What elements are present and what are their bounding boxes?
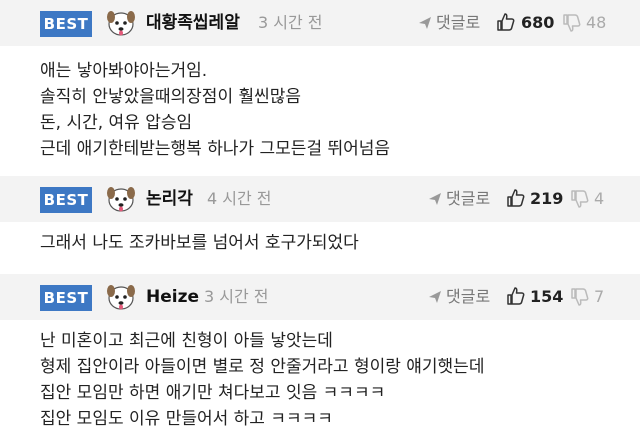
- avatar-icon[interactable]: [104, 182, 138, 216]
- thumbs-down-icon[interactable]: [562, 13, 582, 33]
- reply-button[interactable]: 댓글로: [446, 187, 490, 211]
- comment-body: 그래서 나도 조카바보를 넘어서 호구가되었다: [40, 230, 359, 256]
- thumbs-up-icon[interactable]: [496, 12, 516, 32]
- comment-line: 난 미혼이고 최근에 친형이 아들 낳앗는데: [40, 331, 333, 351]
- comment-header: BEST 논리각 4 시간 전 댓글로 219 4: [0, 176, 640, 222]
- comment-line: 돈, 시간, 여유 압승임: [40, 113, 193, 133]
- comment-line: 솔직히 안낳았을때의장점이 훨씬많음: [40, 87, 302, 107]
- dislike-count: 4: [594, 189, 605, 208]
- best-badge: BEST: [40, 187, 92, 213]
- best-badge: BEST: [40, 11, 92, 37]
- reply-arrow-icon[interactable]: [428, 192, 442, 206]
- comment-line: 근데 애기한테받는행복 하나가 그모든걸 뛰어넘음: [40, 139, 391, 159]
- author-name[interactable]: 논리각: [146, 187, 193, 211]
- thumbs-down-icon[interactable]: [570, 189, 590, 209]
- avatar-icon[interactable]: [104, 280, 138, 314]
- timestamp: 4 시간 전: [207, 189, 272, 208]
- thumbs-down-icon[interactable]: [570, 287, 590, 307]
- comment-header: BEST Heize 3 시간 전 댓글로 154 7: [0, 274, 640, 320]
- comment-line: 그래서 나도 조카바보를 넘어서 호구가되었다: [40, 233, 359, 253]
- comment-2: BEST 논리각 4 시간 전 댓글로 219 4 그래서 나도 조카바보를 넘…: [0, 176, 640, 274]
- reply-arrow-icon[interactable]: [428, 290, 442, 304]
- comment-body: 난 미혼이고 최근에 친형이 아들 낳앗는데 형제 집안이라 아들이면 별로 정…: [40, 328, 484, 432]
- timestamp: 3 시간 전: [258, 13, 323, 32]
- author-name[interactable]: 대황족씹레알: [146, 11, 240, 35]
- comment-1: BEST 대황족씹레알 3 시간 전 댓글로 680 48 애는 낳아봐야아는거…: [0, 0, 640, 176]
- comment-header: BEST 대황족씹레알 3 시간 전 댓글로 680 48: [0, 0, 640, 46]
- comment-body: 애는 낳아봐야아는거임. 솔직히 안낳았을때의장점이 훨씬많음 돈, 시간, 여…: [40, 58, 390, 162]
- comment-line: 애는 낳아봐야아는거임.: [40, 61, 208, 81]
- thumbs-up-icon[interactable]: [506, 188, 526, 208]
- reply-arrow-icon[interactable]: [418, 16, 432, 30]
- like-count: 680: [521, 13, 555, 32]
- reply-button[interactable]: 댓글로: [446, 285, 490, 309]
- comment-line: 집안 모임만 하면 애기만 쳐다보고 잇음 ㅋㅋㅋㅋ: [40, 383, 386, 403]
- comment-line: 집안 모임도 이유 만들어서 하고 ㅋㅋㅋㅋ: [40, 409, 333, 429]
- comment-3: BEST Heize 3 시간 전 댓글로 154 7 난 미혼이고 최근에 친…: [0, 274, 640, 444]
- thumbs-up-icon[interactable]: [506, 286, 526, 306]
- like-count: 154: [530, 287, 564, 306]
- like-count: 219: [530, 189, 564, 208]
- best-badge: BEST: [40, 285, 92, 311]
- reply-button[interactable]: 댓글로: [436, 11, 480, 35]
- comment-line: 형제 집안이라 아들이면 별로 정 안줄거라고 형이랑 얘기햇는데: [40, 357, 485, 377]
- avatar-icon[interactable]: [104, 6, 138, 40]
- author-name[interactable]: Heize: [146, 285, 199, 309]
- timestamp: 3 시간 전: [204, 287, 269, 306]
- dislike-count: 48: [586, 13, 607, 32]
- dislike-count: 7: [594, 287, 605, 306]
